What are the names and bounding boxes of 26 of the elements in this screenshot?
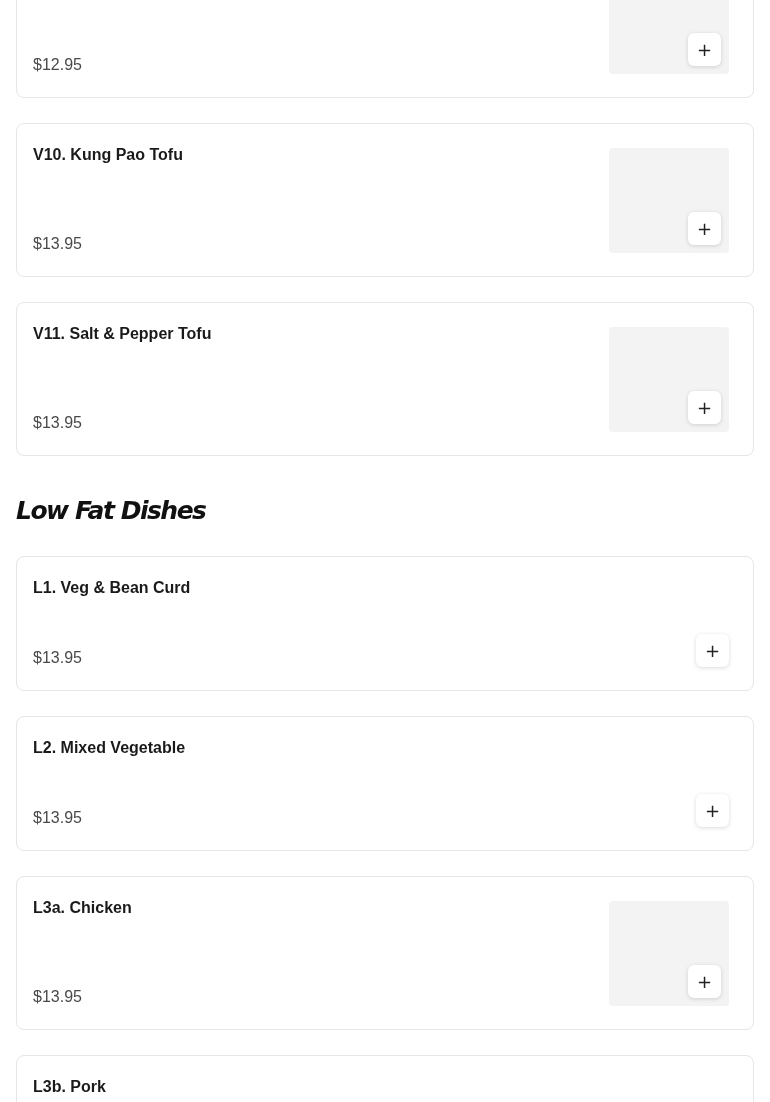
menu-item-card[interactable]: L3b. Pork: [16, 1055, 754, 1102]
menu-item-card[interactable]: L3a. Chicken $13.95 +: [16, 876, 754, 1030]
item-price: $12.95: [33, 56, 82, 74]
item-price: $13.95: [33, 649, 83, 667]
section-heading: Low Fat Dishes: [16, 495, 207, 527]
item-price: $13.95: [33, 414, 83, 432]
item-name: V11. Salt & Pepper Tofu: [33, 325, 212, 343]
item-name: L3a. Chicken: [33, 899, 132, 917]
add-button[interactable]: +: [696, 634, 729, 667]
add-button[interactable]: +: [688, 212, 721, 245]
item-price: $13.95: [33, 235, 83, 253]
item-name: L3b. Pork: [33, 1078, 106, 1096]
add-button[interactable]: +: [696, 794, 729, 827]
menu-item-card[interactable]: $12.95 +: [16, 0, 754, 98]
item-name: L1. Veg & Bean Curd: [33, 579, 191, 597]
menu-item-card[interactable]: L1. Veg & Bean Curd $13.95 +: [16, 556, 754, 691]
menu-item-card[interactable]: V10. Kung Pao Tofu $13.95 +: [16, 123, 754, 277]
item-name: L2. Mixed Vegetable: [33, 739, 186, 757]
item-name: V10. Kung Pao Tofu: [33, 146, 183, 164]
menu-item-card[interactable]: L2. Mixed Vegetable $13.95 +: [16, 716, 754, 851]
add-button[interactable]: +: [688, 33, 721, 66]
item-price: $13.95: [33, 809, 83, 827]
add-button[interactable]: +: [688, 965, 721, 998]
item-price: $13.95: [33, 988, 83, 1006]
add-button[interactable]: +: [688, 391, 721, 424]
menu-item-card[interactable]: V11. Salt & Pepper Tofu $13.95 +: [16, 302, 754, 456]
